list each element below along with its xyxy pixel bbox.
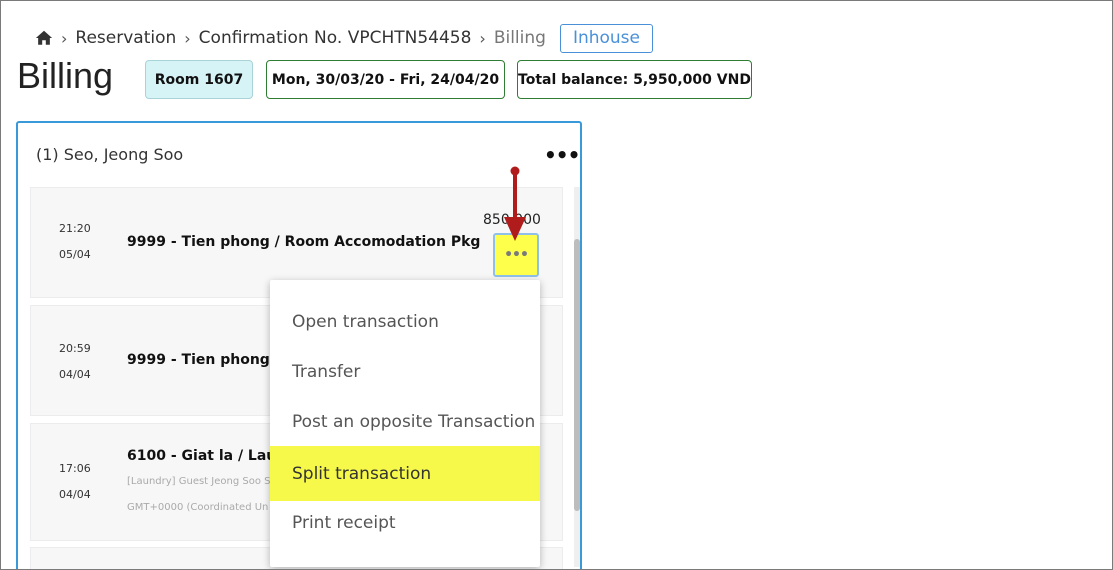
transaction-time: 20:59 bbox=[59, 342, 91, 355]
transaction-date: 04/04 bbox=[59, 368, 91, 381]
scrollbar-thumb[interactable] bbox=[574, 239, 580, 511]
menu-item-split-transaction[interactable]: Split transaction bbox=[270, 446, 540, 501]
total-balance-badge: Total balance: 5,950,000 VND bbox=[517, 60, 752, 99]
app-window: › Reservation › Confirmation No. VPCHTN5… bbox=[0, 0, 1113, 570]
menu-item-print-receipt[interactable]: Print receipt bbox=[270, 495, 540, 550]
transaction-description: [Laundry] Guest Jeong Soo S bbox=[127, 476, 271, 487]
stay-dates-badge: Mon, 30/03/20 - Fri, 24/04/20 bbox=[266, 60, 505, 99]
breadcrumb-reservation[interactable]: Reservation bbox=[75, 28, 176, 48]
chevron-right-icon: › bbox=[479, 28, 486, 48]
transaction-title: 6100 - Giat la / Laun bbox=[127, 448, 287, 464]
annotation-arrow-icon bbox=[504, 166, 526, 241]
breadcrumb-confirmation[interactable]: Confirmation No. VPCHTN54458 bbox=[199, 28, 472, 48]
menu-item-post-opposite-transaction[interactable]: Post an opposite Transaction bbox=[270, 394, 540, 449]
menu-item-transfer[interactable]: Transfer bbox=[270, 344, 540, 399]
transaction-timezone: GMT+0000 (Coordinated Un bbox=[127, 502, 269, 513]
home-icon[interactable] bbox=[35, 29, 53, 47]
room-badge: Room 1607 bbox=[145, 60, 253, 99]
page-title: Billing bbox=[17, 55, 114, 96]
more-icon[interactable]: ••• bbox=[544, 145, 580, 165]
breadcrumb: › Reservation › Confirmation No. VPCHTN5… bbox=[35, 23, 653, 53]
transaction-actions-menu: Open transaction Transfer Post an opposi… bbox=[270, 280, 540, 567]
transaction-date: 05/04 bbox=[59, 248, 91, 261]
transaction-time: 21:20 bbox=[59, 222, 91, 235]
transaction-time: 17:06 bbox=[59, 462, 91, 475]
guest-name: (1) Seo, Jeong Soo bbox=[36, 145, 184, 164]
transaction-date: 04/04 bbox=[59, 488, 91, 501]
status-badge: Inhouse bbox=[559, 23, 653, 53]
breadcrumb-billing: Billing bbox=[493, 28, 546, 48]
chevron-right-icon: › bbox=[61, 28, 68, 48]
chevron-right-icon: › bbox=[184, 28, 191, 48]
menu-item-open-transaction[interactable]: Open transaction bbox=[270, 294, 540, 349]
transaction-title: 9999 - Tien phong / Room Accomodation Pk… bbox=[127, 234, 481, 250]
